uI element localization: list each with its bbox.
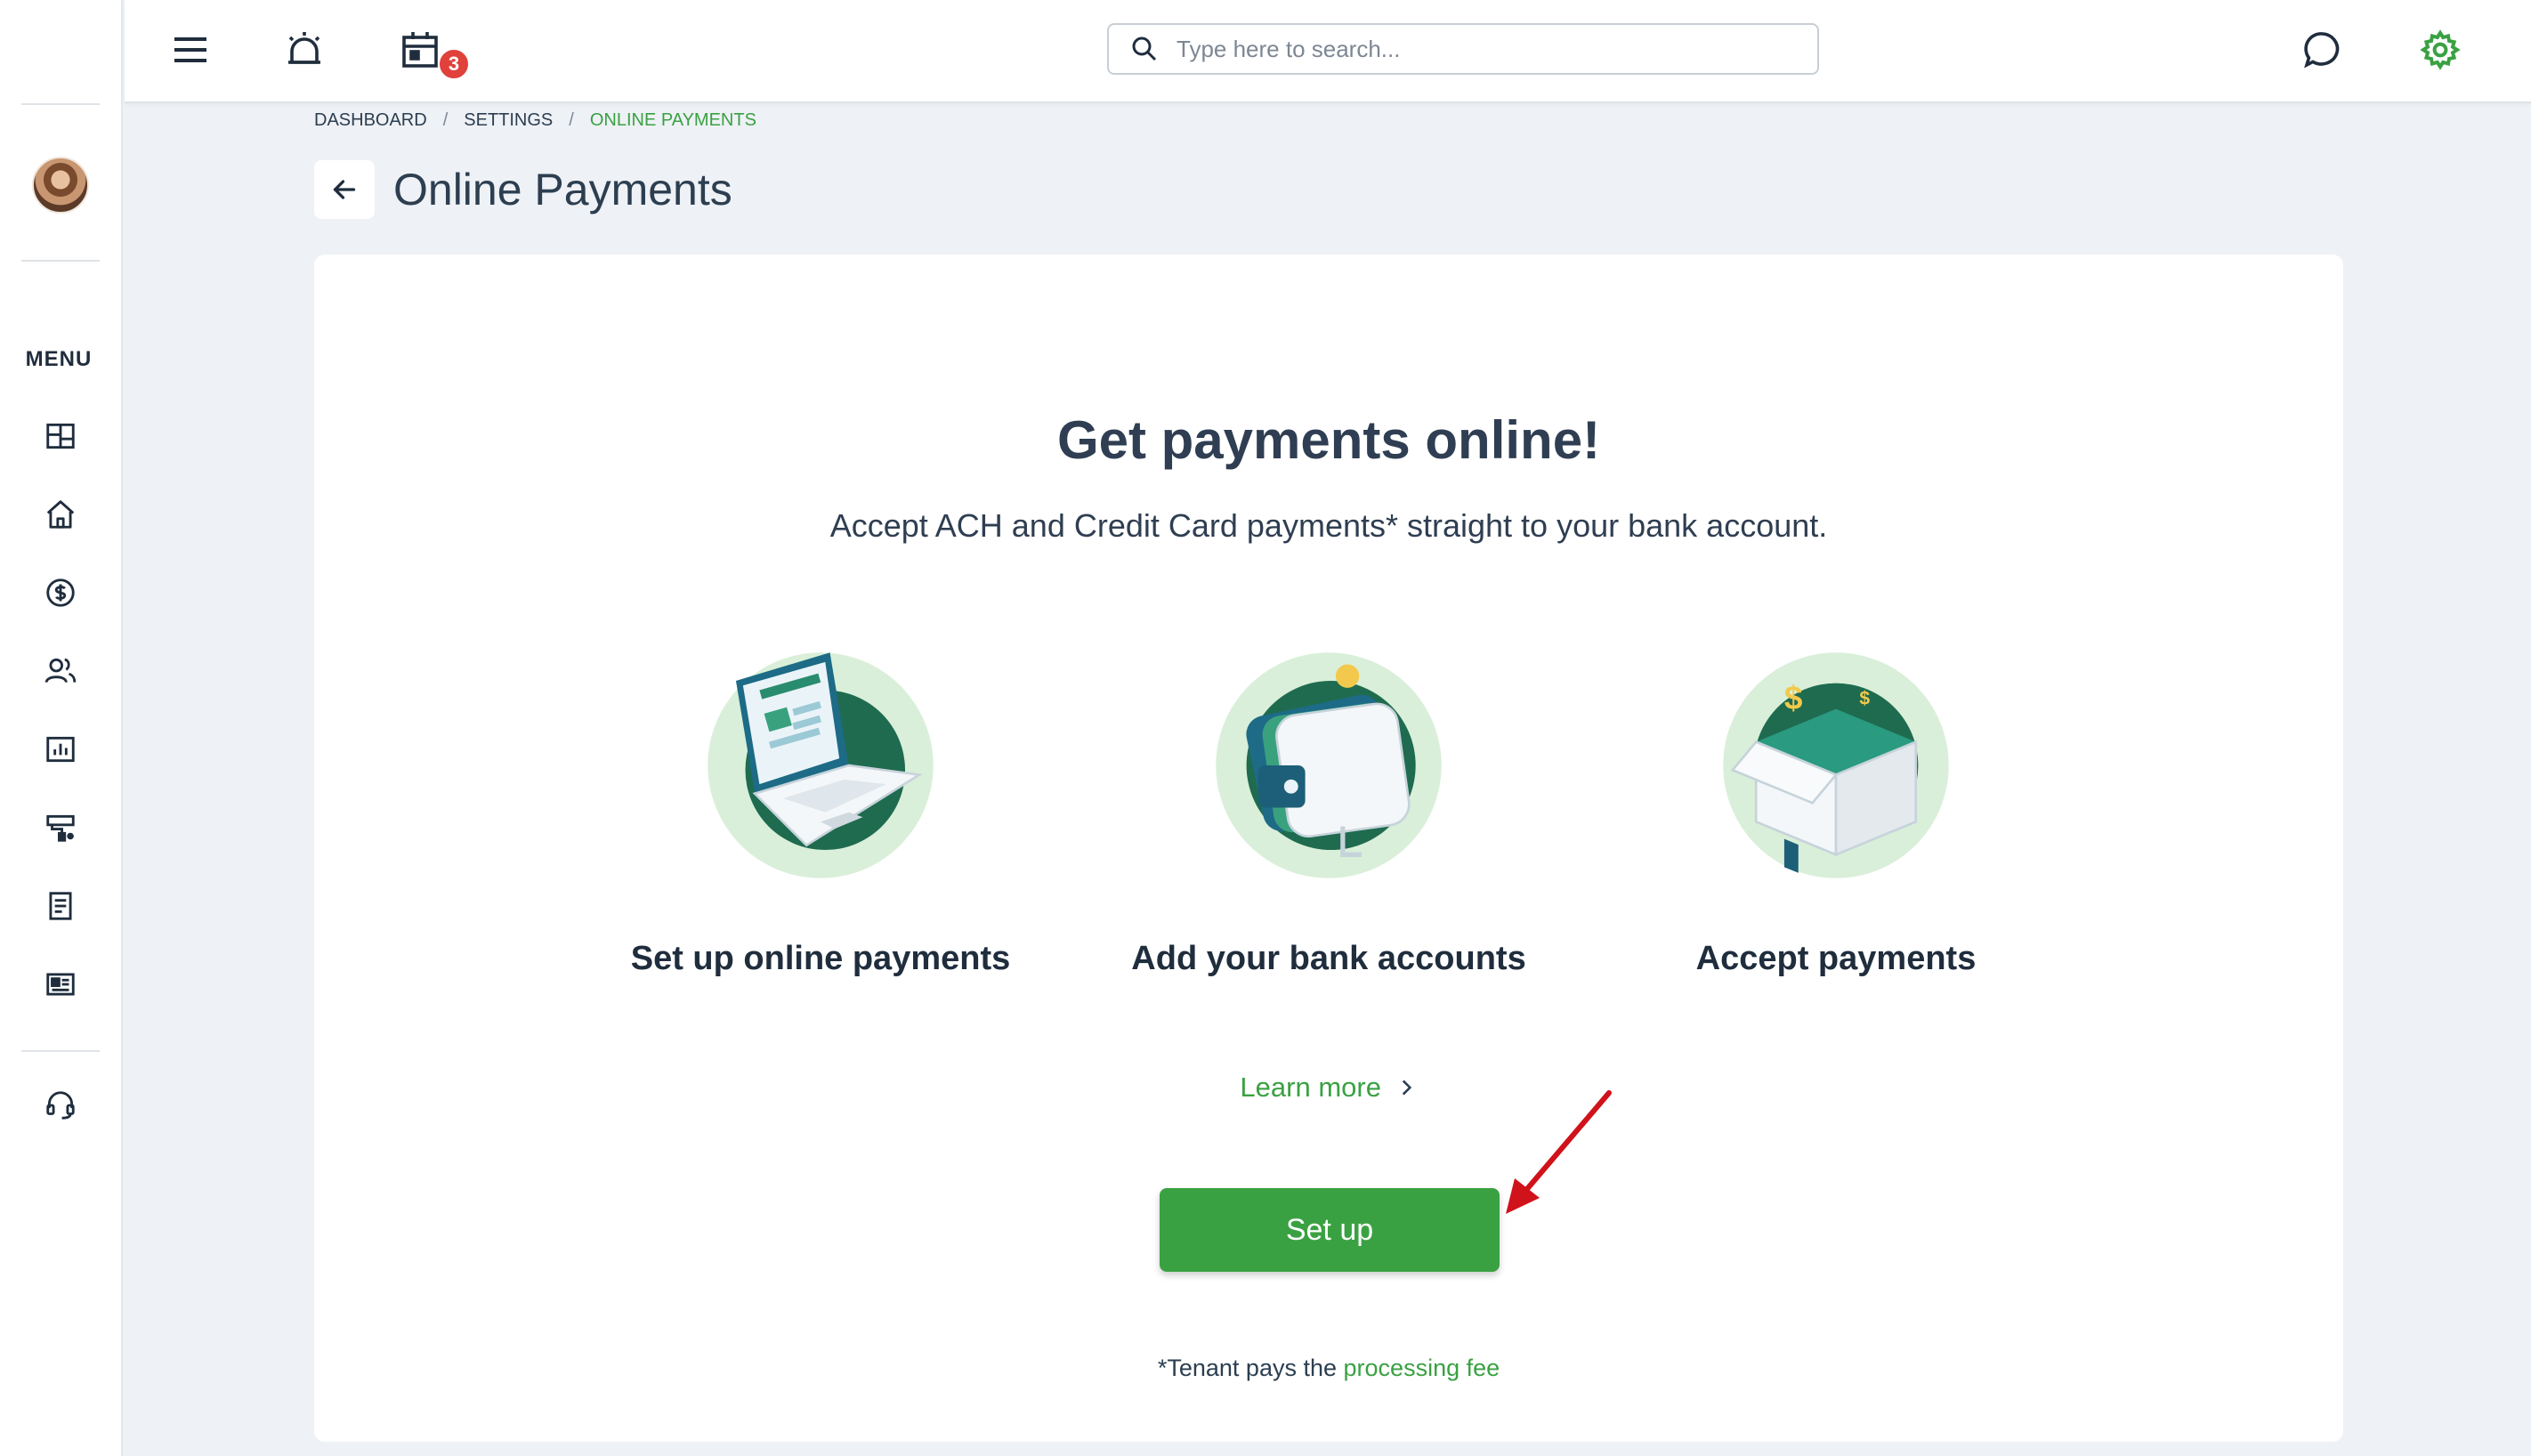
arrow-left-icon: [333, 180, 356, 199]
top-bar: 3: [125, 0, 2531, 103]
dashboard-icon[interactable]: [41, 417, 80, 456]
maintenance-icon[interactable]: [41, 808, 80, 847]
alarm-notification-icon[interactable]: [276, 21, 333, 78]
sidebar-divider: [21, 103, 100, 105]
wallet-illustration: [1216, 652, 1442, 878]
back-button[interactable]: [314, 160, 375, 219]
page-title: Online Payments: [393, 165, 732, 214]
breadcrumb-separator: /: [569, 110, 574, 130]
feature-add-bank-accounts: Add your bank accounts: [1097, 648, 1560, 978]
processing-fee-link[interactable]: processing fee: [1344, 1355, 1500, 1381]
chevron-right-icon: [1402, 1080, 1411, 1096]
menu-label: MENU: [25, 347, 93, 371]
annotation-arrow: [1506, 1090, 1612, 1214]
breadcrumb-separator: /: [442, 110, 449, 130]
feature-accept-payments: $ $ Accept payments: [1605, 648, 2067, 978]
house-box-illustration: $ $: [1723, 652, 1949, 878]
calendar-icon[interactable]: [392, 21, 449, 78]
card-subheading: Accept ACH and Credit Card payments* str…: [829, 507, 1828, 544]
people-icon[interactable]: [41, 651, 80, 691]
svg-text:$: $: [1859, 688, 1870, 708]
feature-label: Set up online payments: [630, 940, 1011, 977]
reports-icon[interactable]: [41, 730, 80, 769]
laptop-illustration: [708, 652, 934, 878]
footnote-text: *Tenant pays the: [1157, 1355, 1338, 1381]
sidebar-divider: [21, 1050, 100, 1052]
breadcrumb-online-payments: ONLINE PAYMENTS: [589, 110, 756, 130]
chat-icon[interactable]: [2294, 21, 2351, 78]
hamburger-menu-icon[interactable]: [162, 21, 219, 78]
setup-button[interactable]: Set up: [1160, 1188, 1500, 1272]
headset-icon[interactable]: [41, 1086, 80, 1125]
feature-label: Add your bank accounts: [1131, 940, 1526, 977]
listing-icon[interactable]: [41, 965, 80, 1004]
online-payments-card: Get payments online! Accept ACH and Cred…: [314, 255, 2343, 1442]
home-icon[interactable]: [41, 495, 80, 534]
svg-text:$: $: [1784, 680, 1803, 716]
card-heading: Get payments online!: [1056, 410, 1601, 470]
dollar-icon[interactable]: [41, 573, 80, 612]
search-bar[interactable]: [1107, 23, 1819, 75]
footnote: *Tenant pays the processing fee: [314, 1355, 2343, 1382]
feature-label: Accept payments: [1695, 940, 1977, 977]
learn-more-label: Learn more: [1240, 1072, 1381, 1103]
search-input[interactable]: [1177, 35, 1799, 63]
breadcrumb-dashboard[interactable]: DASHBOARD: [314, 110, 427, 131]
document-icon[interactable]: [41, 886, 80, 926]
breadcrumb-settings[interactable]: SETTINGS: [464, 110, 553, 131]
search-icon: [1132, 36, 1157, 61]
sidebar-divider: [21, 260, 100, 262]
feature-setup-online-payments: Set up online payments: [589, 648, 1052, 978]
sidebar: MENU: [0, 0, 123, 1456]
breadcrumb: DASHBOARD / SETTINGS / ONLINE PAYMENTS: [314, 110, 756, 131]
user-avatar[interactable]: [32, 157, 89, 214]
settings-gear-icon[interactable]: [2412, 21, 2469, 78]
learn-more-link[interactable]: Learn more: [314, 1072, 2343, 1104]
